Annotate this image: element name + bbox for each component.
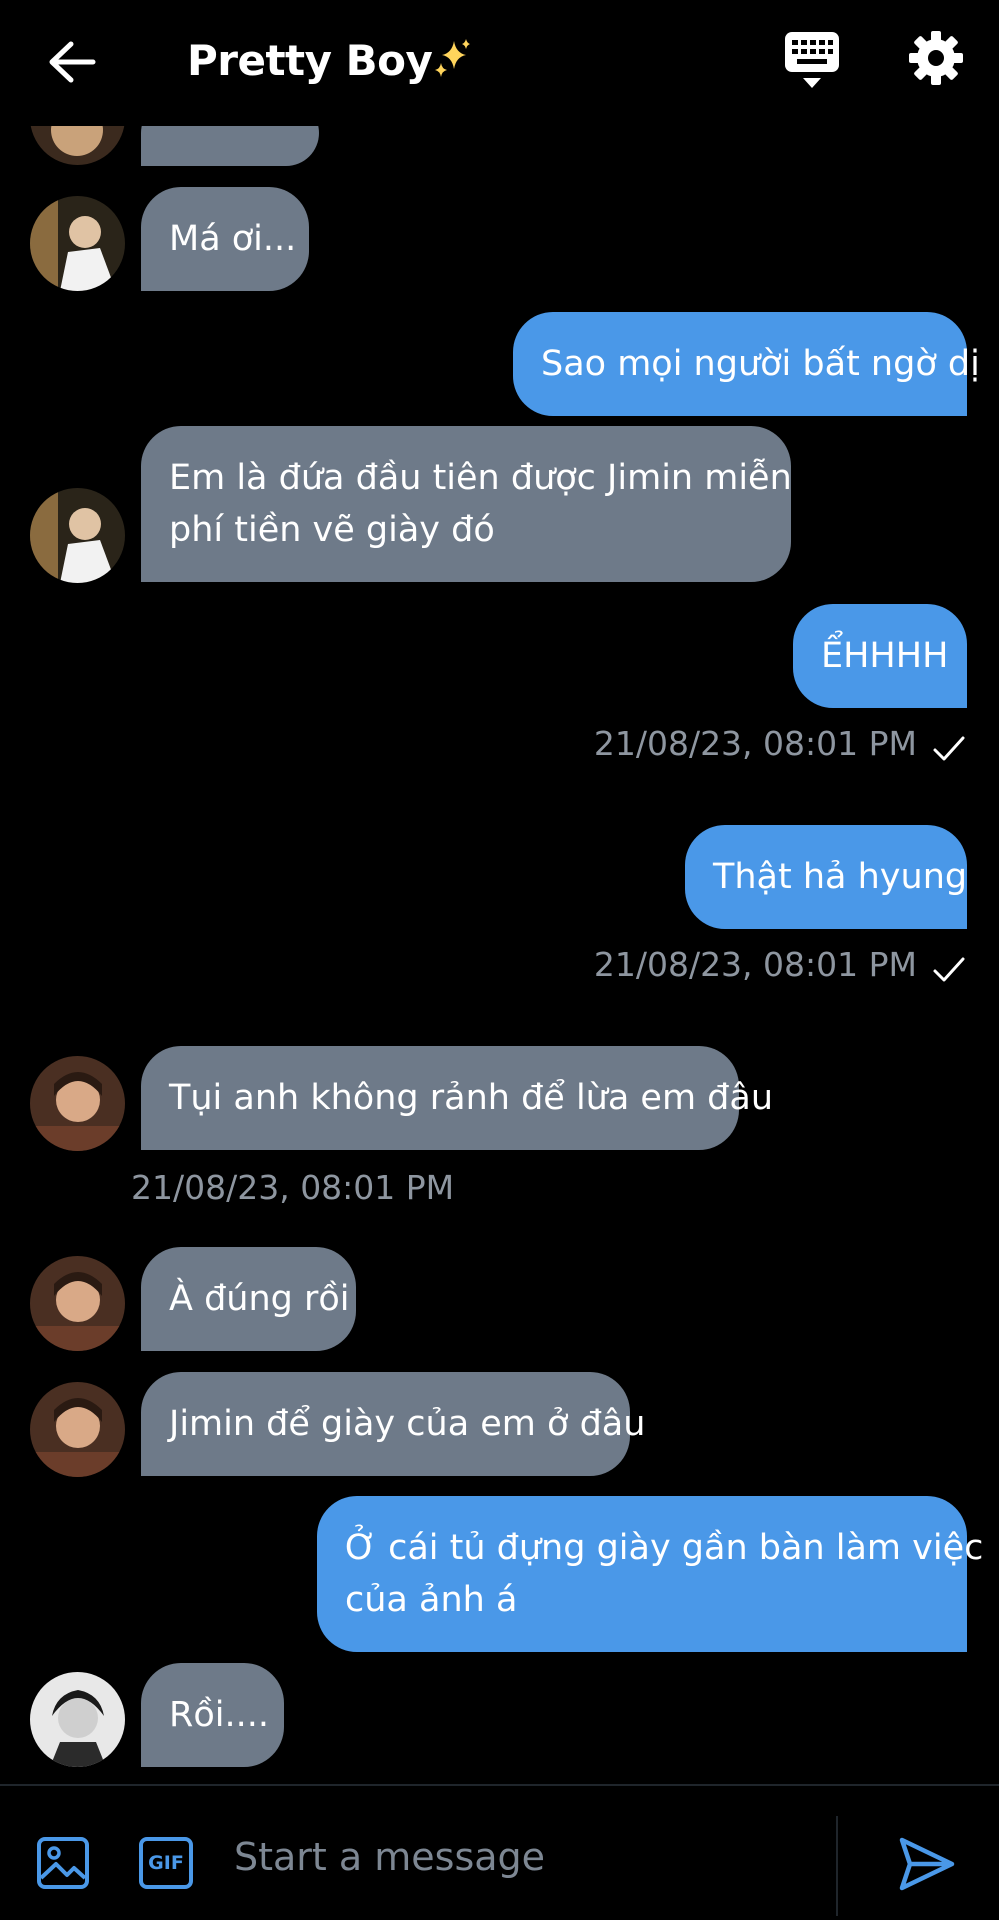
avatar[interactable] bbox=[30, 1382, 125, 1477]
composer-divider bbox=[836, 1816, 838, 1916]
message-line: của ảnh á bbox=[345, 1580, 518, 1620]
add-image-button[interactable] bbox=[36, 1836, 90, 1890]
check-icon bbox=[933, 736, 965, 761]
message-bubble-incoming[interactable]: Jimin để giày của em ở đâu bbox=[141, 1372, 645, 1476]
message-line: phí tiền vẽ giày đó bbox=[169, 510, 495, 550]
send-button[interactable] bbox=[896, 1834, 958, 1894]
message-bubble-outgoing[interactable]: Ở cái tủ đựng giày gần bàn làm việc của … bbox=[317, 1496, 984, 1652]
message-bubble-incoming[interactable]: Rồi.... bbox=[141, 1663, 284, 1767]
chat-header: Pretty Boy bbox=[0, 0, 999, 126]
add-gif-button[interactable]: GIF bbox=[138, 1836, 194, 1890]
message-timestamp: 21/08/23, 08:01 PM bbox=[593, 945, 917, 984]
avatar[interactable] bbox=[30, 1256, 125, 1351]
image-icon bbox=[37, 1837, 89, 1889]
message-line: Ở cái tủ đựng giày gần bàn làm việc bbox=[345, 1528, 984, 1568]
message-line: Em là đứa đầu tiên được Jimin miễn bbox=[169, 458, 792, 498]
sparkles-icon bbox=[435, 39, 471, 77]
message-bubble-outgoing[interactable]: ỂHHHH bbox=[793, 604, 967, 708]
keyboard-icon bbox=[785, 32, 839, 88]
message-bubble-incoming[interactable]: Em là đứa đầu tiên được Jimin miễn phí t… bbox=[141, 426, 792, 582]
avatar[interactable] bbox=[30, 1672, 125, 1767]
avatar[interactable] bbox=[30, 196, 125, 291]
message-input[interactable] bbox=[232, 1820, 816, 1894]
settings-button[interactable] bbox=[908, 30, 964, 86]
send-icon bbox=[899, 1837, 955, 1891]
message-bubble-incoming[interactable]: Má ơi... bbox=[141, 187, 309, 291]
message-timestamp: 21/08/23, 08:01 PM bbox=[593, 724, 917, 763]
message-timestamp: 21/08/23, 08:01 PM bbox=[131, 1168, 455, 1207]
message-composer: GIF bbox=[0, 1784, 999, 1920]
message-bubble-incoming[interactable]: Tụi anh không rảnh để lừa em đâu bbox=[141, 1046, 773, 1150]
message-bubble-incoming[interactable]: À đúng rồi bbox=[141, 1247, 356, 1351]
keyboard-button[interactable] bbox=[783, 30, 841, 92]
avatar[interactable] bbox=[30, 1056, 125, 1151]
message-bubble-outgoing[interactable]: Sao mọi người bất ngờ dị bbox=[513, 312, 980, 416]
gear-icon bbox=[909, 31, 963, 85]
arrow-left-icon bbox=[49, 41, 96, 83]
gif-label: GIF bbox=[148, 1852, 184, 1874]
message-bubble-outgoing[interactable]: Thật hả hyung bbox=[685, 825, 967, 929]
conversation-title[interactable]: Pretty Boy bbox=[187, 36, 474, 85]
avatar[interactable] bbox=[30, 488, 125, 583]
chat-screen: Má ơi... Sao mọi người bất ngờ dị Em là … bbox=[0, 0, 999, 1920]
back-button[interactable] bbox=[42, 32, 102, 92]
check-icon bbox=[933, 957, 965, 982]
